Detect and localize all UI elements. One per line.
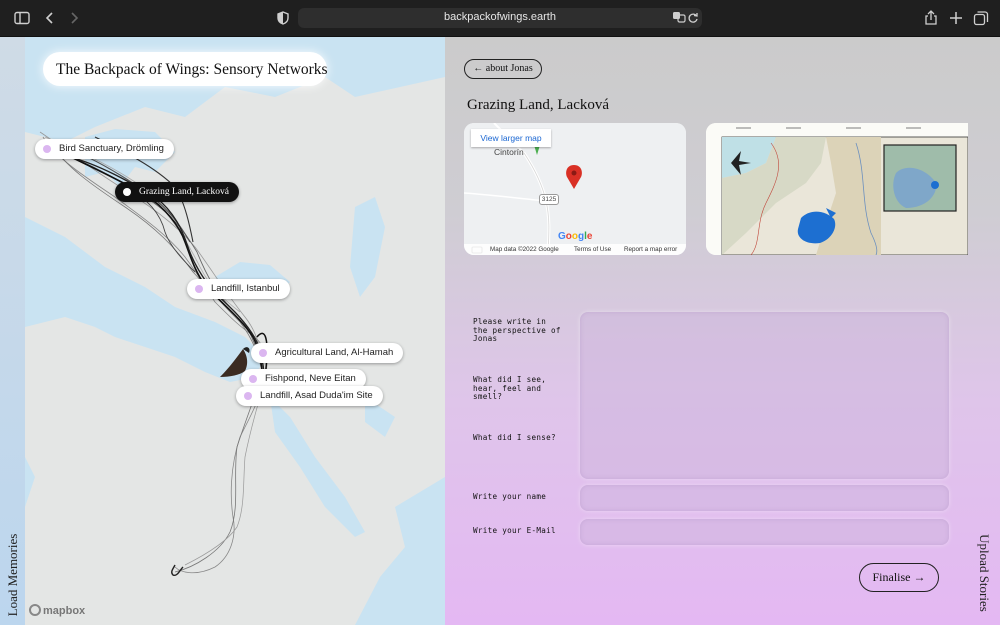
map-pin-bird-sanctuary[interactable]: Bird Sanctuary, Drömling: [35, 139, 174, 159]
share-icon[interactable]: [922, 9, 940, 27]
pin-dot: [123, 188, 131, 196]
map-pin-landfill-asad[interactable]: Landfill, Asad Duda'im Site: [236, 386, 383, 406]
pin-dot: [195, 285, 203, 293]
senses-prompt: What did I see, hear, feel and smell?: [473, 375, 547, 401]
pin-label: Landfill, Asad Duda'im Site: [260, 390, 373, 401]
tabs-overview-icon[interactable]: [972, 9, 990, 27]
google-map-footer: Map data ©2022 Google Terms of Use Repor…: [464, 244, 686, 255]
map-data-credit: Map data ©2022 Google: [490, 246, 559, 253]
map-pin-grazing-land[interactable]: Grazing Land, Lacková: [115, 182, 239, 202]
story-panel: ← about Jonas Grazing Land, Lacková View…: [445, 37, 1000, 625]
map-pin-landfill-istanbul[interactable]: Landfill, Istanbul: [187, 279, 290, 299]
sense-prompt: What did I sense?: [473, 433, 556, 442]
pin-label: Agricultural Land, Al-Hamah: [275, 347, 394, 358]
terms-of-use-link[interactable]: Terms of Use: [574, 244, 611, 255]
map-town-label: Cintorín: [494, 147, 524, 157]
topo-map-drawing: [706, 123, 968, 255]
site-title-text: The Backpack of Wings: Sensory Networks: [56, 61, 328, 78]
place-title: Grazing Land, Lacková: [467, 97, 610, 113]
pin-label: Grazing Land, Lacková: [139, 187, 229, 197]
pin-label: Bird Sanctuary, Drömling: [59, 143, 164, 154]
email-input[interactable]: [580, 519, 949, 545]
mapbox-text: mapbox: [43, 605, 86, 617]
view-larger-map-link[interactable]: View larger map: [471, 129, 551, 147]
name-input[interactable]: [580, 485, 949, 511]
name-label: Write your name: [473, 492, 547, 501]
road-number-badge: 3125: [539, 194, 559, 205]
mapbox-icon: [29, 604, 41, 616]
mapbox-logo[interactable]: mapbox: [29, 604, 85, 620]
perspective-prompt: Please write in the perspective of Jonas: [473, 317, 561, 343]
pin-label: Fishpond, Neve Eitan: [265, 373, 356, 384]
about-jonas-button[interactable]: ← about Jonas: [464, 59, 542, 79]
email-label: Write your E-Mail: [473, 526, 556, 535]
sidebar-icon[interactable]: [13, 9, 31, 27]
back-arrow-icon[interactable]: [41, 9, 59, 27]
story-textarea[interactable]: [580, 312, 949, 479]
topographic-map-image: [706, 123, 968, 255]
report-map-error-link[interactable]: Report a map error: [624, 244, 677, 255]
google-map-embed[interactable]: View larger map Cintorín 3125 Google Map…: [464, 123, 686, 255]
load-memories-strip[interactable]: Load Memories: [0, 37, 25, 625]
migration-map[interactable]: The Backpack of Wings: Sensory Networks …: [25, 37, 445, 625]
pin-dot: [259, 349, 267, 357]
load-memories-label[interactable]: Load Memories: [5, 522, 21, 625]
address-bar[interactable]: backpackofwings.earth: [298, 8, 702, 28]
pin-dot: [244, 392, 252, 400]
finalise-button[interactable]: Finalise →: [859, 563, 939, 592]
new-tab-plus-icon[interactable]: [947, 9, 965, 27]
site-title: The Backpack of Wings: Sensory Networks: [43, 52, 328, 86]
upload-stories-label[interactable]: Upload Stories: [976, 523, 992, 623]
google-logo: Google: [558, 231, 593, 242]
pin-label: Landfill, Istanbul: [211, 283, 280, 294]
shield-icon[interactable]: [274, 9, 292, 27]
translate-icon[interactable]: [672, 10, 686, 24]
url-text: backpackofwings.earth: [444, 11, 556, 23]
pin-dot: [249, 375, 257, 383]
map-basemap[interactable]: [25, 37, 445, 625]
pin-dot: [43, 145, 51, 153]
reload-icon[interactable]: [687, 11, 699, 23]
browser-toolbar: backpackofwings.earth: [0, 0, 1000, 37]
map-pin-agricultural-land[interactable]: Agricultural Land, Al-Hamah: [251, 343, 404, 363]
forward-arrow-icon[interactable]: [65, 9, 83, 27]
